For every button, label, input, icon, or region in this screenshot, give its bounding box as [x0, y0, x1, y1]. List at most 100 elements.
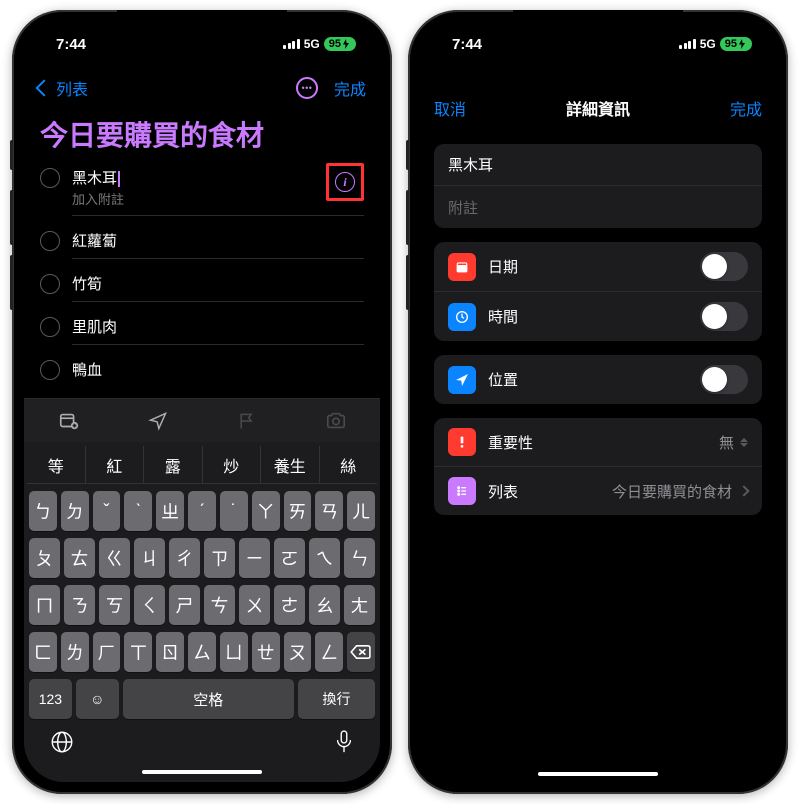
date-toggle[interactable] [700, 252, 748, 281]
list-item[interactable]: 里肌肉 [36, 309, 368, 352]
list-item[interactable]: 紅蘿蔔 [36, 223, 368, 266]
item-note-placeholder[interactable]: 加入附註 [72, 189, 124, 208]
suggestion[interactable]: 絲 [320, 446, 378, 483]
key[interactable]: ㄢ [315, 491, 343, 531]
notes-field[interactable]: 附註 [434, 186, 762, 228]
priority-row[interactable]: 重要性 無 [434, 418, 762, 467]
cancel-button[interactable]: 取消 [434, 96, 466, 120]
key[interactable]: ㄛ [274, 538, 305, 578]
key[interactable]: ㄋ [64, 585, 95, 625]
key[interactable]: ㄤ [344, 585, 375, 625]
key[interactable]: ㄞ [284, 491, 312, 531]
return-key[interactable]: 換行 [298, 679, 375, 719]
location-toggle[interactable] [700, 365, 748, 394]
key[interactable]: ˊ [188, 491, 216, 531]
suggestion-bar: 等 紅 露 炒 養生 絲 [27, 446, 377, 484]
key[interactable]: ㄅ [29, 491, 57, 531]
key[interactable]: ㄧ [239, 538, 270, 578]
time-toggle[interactable] [700, 302, 748, 331]
key[interactable]: ㄌ [61, 632, 89, 672]
back-label: 列表 [56, 76, 88, 100]
date-row[interactable]: 日期 [434, 242, 762, 292]
checkbox-icon[interactable] [40, 231, 60, 251]
key[interactable]: ㄒ [124, 632, 152, 672]
checkbox-icon[interactable] [40, 274, 60, 294]
list-row[interactable]: 列表 今日要購買的食材 [434, 467, 762, 515]
key[interactable]: ㄍ [99, 538, 130, 578]
key[interactable]: ˇ [93, 491, 121, 531]
key[interactable]: ㄦ [347, 491, 375, 531]
back-button[interactable]: 列表 [38, 76, 88, 100]
calendar-icon [448, 253, 476, 281]
location-acc-button[interactable] [113, 399, 202, 442]
key[interactable]: ㄚ [252, 491, 280, 531]
nav-bar: 取消 詳細資訊 完成 [420, 86, 776, 130]
checkbox-icon[interactable] [40, 360, 60, 380]
network-label: 5G [700, 37, 716, 51]
numkey-button[interactable]: 123 [29, 679, 72, 719]
suggestion[interactable]: 等 [27, 446, 86, 483]
item-title[interactable]: 黑木耳 [72, 167, 124, 188]
done-button[interactable]: 完成 [334, 76, 366, 100]
key[interactable]: ㄈ [29, 632, 57, 672]
cell-label: 列表 [488, 481, 612, 502]
done-button[interactable]: 完成 [730, 96, 762, 120]
calendar-acc-button[interactable] [24, 399, 113, 442]
key[interactable]: ㄥ [315, 632, 343, 672]
key[interactable]: ㄠ [309, 585, 340, 625]
list-icon [448, 477, 476, 505]
suggestion[interactable]: 炒 [203, 446, 262, 483]
mic-icon[interactable] [333, 729, 355, 760]
key[interactable]: ㄩ [220, 632, 248, 672]
key[interactable]: ㄝ [252, 632, 280, 672]
key[interactable]: ㄎ [99, 585, 130, 625]
key[interactable]: ㄊ [64, 538, 95, 578]
space-key[interactable]: 空格 [123, 679, 294, 719]
emoji-button[interactable]: ☺ [76, 679, 119, 719]
reminders-list: 黑木耳 加入附註 i 紅蘿蔔 竹筍 里肌肉 [24, 160, 380, 398]
key[interactable]: ㄓ [156, 491, 184, 531]
list-item[interactable]: 竹筍 [36, 266, 368, 309]
location-row[interactable]: 位置 [434, 355, 762, 404]
time-row[interactable]: 時間 [434, 292, 762, 341]
more-icon[interactable] [296, 77, 318, 99]
key[interactable]: ㄑ [134, 585, 165, 625]
key[interactable]: ㄏ [93, 632, 121, 672]
suggestion[interactable]: 養生 [261, 446, 320, 483]
checkbox-icon[interactable] [40, 168, 60, 188]
globe-icon[interactable] [49, 729, 75, 760]
key[interactable]: ˙ [220, 491, 248, 531]
key[interactable]: ㄘ [204, 585, 235, 625]
chevron-left-icon [36, 80, 53, 97]
key[interactable]: ㄐ [134, 538, 165, 578]
home-indicator[interactable] [538, 772, 658, 776]
list-item[interactable]: 黑木耳 加入附註 i [36, 160, 368, 223]
key[interactable]: ㄡ [284, 632, 312, 672]
key[interactable]: ㄔ [169, 538, 200, 578]
camera-acc-button[interactable] [291, 399, 380, 442]
key[interactable]: ㄉ [61, 491, 89, 531]
key[interactable]: ㄨ [239, 585, 270, 625]
checkbox-icon[interactable] [40, 317, 60, 337]
signal-icon [283, 39, 300, 49]
title-field[interactable]: 黑木耳 [434, 144, 762, 186]
delete-key[interactable] [347, 632, 375, 672]
key[interactable]: ㄕ [169, 585, 200, 625]
keyboard: 等 紅 露 炒 養生 絲 ㄅㄉˇˋㄓˊ˙ㄚㄞㄢㄦ ㄆㄊㄍㄐㄔㄗㄧㄛㄟㄣ ㄇㄋㄎㄑ… [24, 442, 380, 782]
key[interactable]: ㄆ [29, 538, 60, 578]
key[interactable]: ㄇ [29, 585, 60, 625]
key[interactable]: ㄟ [309, 538, 340, 578]
key[interactable]: ㄖ [156, 632, 184, 672]
suggestion[interactable]: 露 [144, 446, 203, 483]
flag-acc-button[interactable] [202, 399, 291, 442]
info-icon[interactable]: i [335, 172, 355, 192]
key[interactable]: ㄗ [204, 538, 235, 578]
priority-value: 無 [719, 432, 734, 453]
list-item[interactable]: 鴨血 [36, 352, 368, 394]
home-indicator[interactable] [142, 770, 262, 774]
key[interactable]: ㄜ [274, 585, 305, 625]
key[interactable]: ㄙ [188, 632, 216, 672]
key[interactable]: ˋ [124, 491, 152, 531]
key[interactable]: ㄣ [344, 538, 375, 578]
suggestion[interactable]: 紅 [86, 446, 145, 483]
